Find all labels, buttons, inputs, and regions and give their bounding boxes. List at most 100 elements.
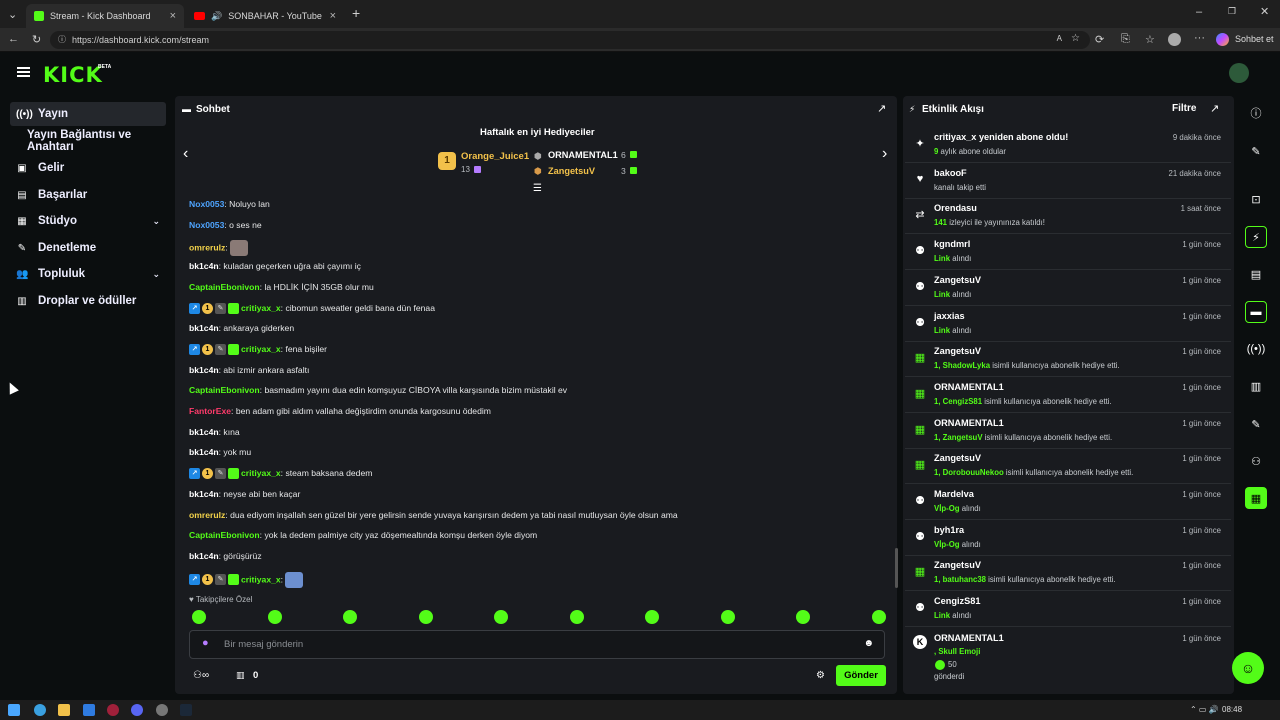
favorites-icon[interactable]: ☆: [1145, 33, 1155, 46]
chat-scrollbar[interactable]: [895, 548, 898, 588]
chat-message[interactable]: bk1c4n: neyse abi ben kaçar: [189, 489, 300, 499]
mod-wrench-icon[interactable]: ✎: [1245, 413, 1267, 435]
emote-button[interactable]: [569, 610, 584, 624]
chat-username[interactable]: bk1c4n: [189, 427, 219, 437]
chat-message[interactable]: ↗ 1 ✎ critiyax_x: steam baksana dedem: [189, 468, 372, 480]
chat-message[interactable]: omreruIz:: [189, 240, 249, 257]
popout-icon[interactable]: ↗: [1210, 102, 1219, 115]
taskbar-clock[interactable]: 08:48: [1222, 705, 1242, 714]
emote-button[interactable]: [267, 610, 282, 624]
url-field[interactable]: ⓘ https://dashboard.kick.com/stream A ☆: [50, 31, 1090, 49]
refresh-icon[interactable]: ↻: [32, 33, 41, 46]
broadcast-rail-icon[interactable]: ((•)): [1245, 338, 1267, 360]
chat-message[interactable]: bk1c4n: kına: [189, 427, 240, 437]
close-tab-icon[interactable]: ×: [330, 10, 336, 22]
popout-icon[interactable]: ↗: [877, 102, 886, 115]
chat-username[interactable]: critiyax_x: [241, 344, 281, 354]
filter-button[interactable]: Filtre: [1172, 103, 1196, 114]
sidebar-item-topluluk[interactable]: 👥 Topluluk ⌄: [10, 262, 166, 286]
store-app-icon[interactable]: [83, 704, 95, 716]
activity-item[interactable]: ✦ critiyax_x yeniden abone oldu! 9 dakika …: [905, 128, 1231, 163]
edge-icon[interactable]: [34, 704, 46, 716]
hamburger-menu-icon[interactable]: [17, 67, 30, 77]
discord-icon[interactable]: [131, 704, 143, 716]
chat-message[interactable]: ↗ 1 ✎ critiyax_x:: [189, 571, 304, 588]
chat-rail-icon[interactable]: ▬: [1245, 301, 1267, 323]
chat-message[interactable]: FantorExe: ben adam gibi aldım vallaha d…: [189, 406, 491, 416]
chat-username[interactable]: bk1c4n: [189, 261, 219, 271]
stream-info-icon[interactable]: ▥: [1245, 375, 1267, 397]
windows-start-icon[interactable]: [8, 704, 20, 716]
emote-tab-label[interactable]: ♥ Takipçilere Özel: [189, 595, 252, 604]
info-icon[interactable]: ⓘ: [1245, 102, 1267, 124]
back-icon[interactable]: ←: [8, 33, 19, 45]
tray-icons[interactable]: ⌃ ▭ 🔊: [1190, 705, 1219, 714]
users-icon[interactable]: ⚇: [1245, 450, 1267, 472]
people-infinity-icon[interactable]: ⚇∞: [193, 670, 209, 681]
chat-username[interactable]: critiyax_x: [241, 574, 281, 584]
store-icon[interactable]: ▥: [236, 670, 245, 681]
chevron-left-icon[interactable]: ‹: [183, 145, 188, 163]
emoji-picker-icon[interactable]: ☻: [863, 638, 874, 649]
pinned-toggle-icon[interactable]: ☰: [533, 183, 542, 194]
clapper-icon[interactable]: ▦: [1245, 487, 1267, 509]
sidebar-item-gelir[interactable]: ▣ Gelir: [10, 156, 166, 180]
chat-username[interactable]: CaptainEbonivon: [189, 282, 260, 292]
site-info-icon[interactable]: ⓘ: [58, 34, 66, 45]
activity-item[interactable]: ▦ ZangetsuV 1 gün önce 1, ShadowLyka isimli…: [905, 342, 1231, 378]
activity-item[interactable]: ⚉ byh1ra 1 gün önce Vİp-Og alındı: [905, 521, 1231, 556]
profile-avatar[interactable]: [1168, 33, 1181, 46]
activity-item[interactable]: ▦ ZangetsuV 1 gün önce 1, batuhanc38 isimli…: [905, 556, 1231, 592]
support-chat-icon[interactable]: ☺: [1232, 652, 1264, 684]
close-window-icon[interactable]: ✕: [1260, 5, 1269, 18]
tab-kick-dashboard[interactable]: Stream - Kick Dashboard ×: [26, 4, 184, 28]
activity-item[interactable]: ⚉ ZangetsuV 1 gün önce Link alındı: [905, 271, 1231, 306]
gifter-name[interactable]: ZangetsuV: [548, 166, 595, 176]
chat-message[interactable]: bk1c4n: ankaraya giderken: [189, 323, 294, 333]
sidebar-item-droplar[interactable]: ▥ Droplar ve ödüller: [10, 289, 166, 313]
activity-item[interactable]: ⇄ Orendasu 1 saat önce 141 izleyici ile yay…: [905, 199, 1231, 235]
sidebar-item-denetleme[interactable]: ✎ Denetleme: [10, 236, 166, 260]
minimize-icon[interactable]: –: [1196, 6, 1202, 18]
chat-message[interactable]: ↗ 1 ✎ critiyax_x: cibomun sweatler geldi ba…: [189, 303, 435, 314]
chat-message[interactable]: ↗ 1 ✎ critiyax_x: fena bişiler: [189, 344, 327, 356]
sidebar-item-basarilar[interactable]: ▤ Başarılar: [10, 183, 166, 207]
split-screen-icon[interactable]: ⎘: [1121, 33, 1130, 46]
copilot-label[interactable]: Sohbet et: [1235, 34, 1274, 44]
sidebar-item-stream-key[interactable]: Yayın Bağlantısı ve Anahtarı: [10, 129, 180, 153]
sidebar-item-yayin[interactable]: ((•)) Yayın: [10, 102, 166, 126]
activity-item[interactable]: ▦ ORNAMENTAL1 1 gün önce 1, CengizS81 isiml…: [905, 378, 1231, 413]
chat-username[interactable]: Nox0053: [189, 199, 224, 209]
activity-item[interactable]: ⚉ jaxxias 1 gün önce Link alındı: [905, 307, 1231, 342]
chat-username[interactable]: CaptainEbonivon: [189, 385, 260, 395]
send-button[interactable]: Gönder: [836, 665, 886, 686]
microphone-icon[interactable]: ●: [202, 637, 209, 649]
chat-username[interactable]: bk1c4n: [189, 447, 219, 457]
edit-pencil-icon[interactable]: ✎: [1245, 140, 1267, 162]
chat-username[interactable]: omreruIz: [189, 510, 225, 520]
activity-item[interactable]: ⚉ CengizS81 1 gün önce Link alındı: [905, 592, 1231, 628]
chat-username[interactable]: Nox0053: [189, 220, 224, 230]
top-gifter-name[interactable]: Orange_Juice1: [461, 151, 529, 162]
emote-button[interactable]: [192, 610, 206, 624]
activity-item[interactable]: ⚉ kgndmrl 1 gün önce Link alındı: [905, 235, 1231, 271]
copilot-icon[interactable]: [1216, 33, 1229, 46]
steam-icon[interactable]: [180, 704, 192, 716]
chat-message[interactable]: CaptainEbonivon: la HDLİK İÇİN 35GB olur…: [189, 282, 374, 292]
emote-button[interactable]: [418, 610, 433, 624]
emote-button[interactable]: [871, 610, 886, 624]
chat-message[interactable]: Nox0053: Noluyo lan: [189, 199, 270, 209]
emote-button[interactable]: [720, 610, 735, 624]
chat-username[interactable]: FantorExe: [189, 406, 231, 416]
chat-username[interactable]: bk1c4n: [189, 551, 219, 561]
chat-message[interactable]: omreruIz: dua ediyom inşallah sen güzel …: [189, 510, 678, 520]
emote-button[interactable]: [796, 610, 810, 624]
opera-icon[interactable]: [107, 704, 119, 716]
app-icon[interactable]: [156, 704, 168, 716]
chat-username[interactable]: bk1c4n: [189, 489, 219, 499]
chat-username[interactable]: critiyax_x: [241, 468, 281, 478]
tab-list-icon[interactable]: ⌄: [8, 8, 17, 21]
favorite-star-icon[interactable]: ☆: [1071, 33, 1080, 44]
chat-username[interactable]: CaptainEbonivon: [189, 530, 260, 540]
restore-icon[interactable]: ❐: [1228, 6, 1236, 17]
